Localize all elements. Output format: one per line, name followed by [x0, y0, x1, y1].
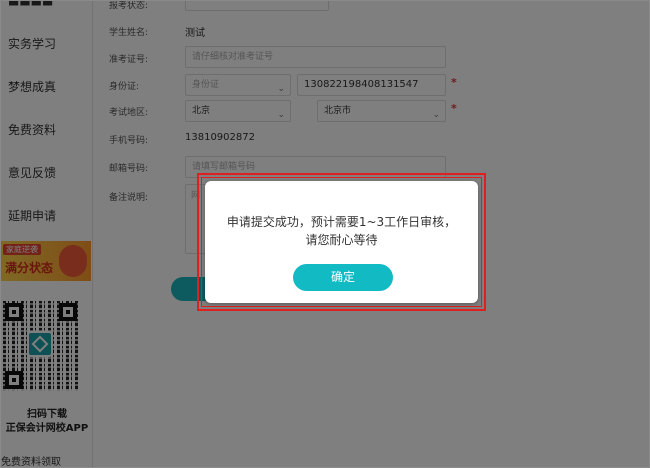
modal-highlight-inner: 申请提交成功，预计需要1~3工作日审核， 请您耐心等待 确定	[201, 177, 482, 307]
confirm-button[interactable]: 确定	[293, 264, 393, 291]
dialog-message-line2: 请您耐心等待	[305, 233, 378, 247]
dialog-message-line1: 申请提交成功，预计需要1~3工作日审核，	[226, 215, 457, 229]
modal-highlight-outer: 申请提交成功，预计需要1~3工作日审核， 请您耐心等待 确定	[197, 173, 486, 311]
success-dialog: 申请提交成功，预计需要1~3工作日审核， 请您耐心等待 确定	[205, 181, 478, 303]
window: ■■■■ 实务学习 梦想成真 免费资料 意见反馈 延期申请 家庭逆袭 满分状态 …	[0, 0, 650, 468]
dialog-message: 申请提交成功，预计需要1~3工作日审核， 请您耐心等待	[205, 213, 478, 249]
